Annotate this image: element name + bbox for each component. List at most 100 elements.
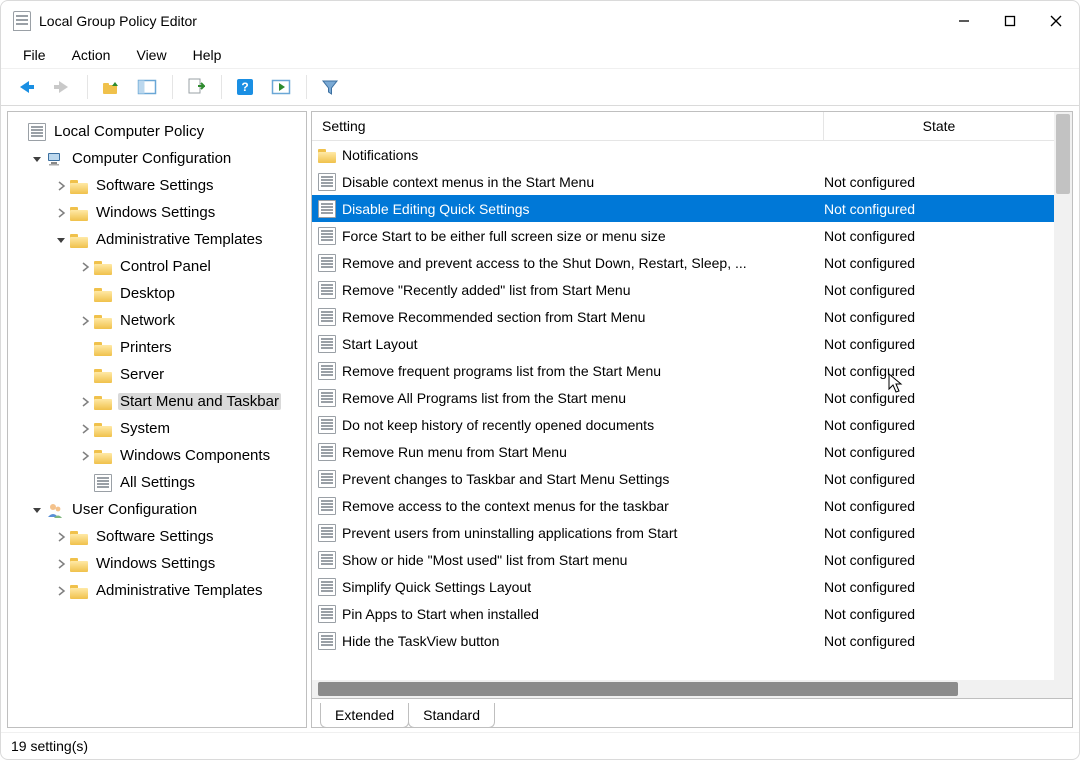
export-icon <box>187 78 205 96</box>
tree-node-system[interactable]: System <box>8 415 306 442</box>
tree-node-cc[interactable]: Computer Configuration <box>8 145 306 172</box>
setting-row[interactable]: Disable Editing Quick SettingsNot config… <box>312 195 1054 222</box>
setting-label: Pin Apps to Start when installed <box>342 606 824 622</box>
tree-node-wincomp[interactable]: Windows Components <box>8 442 306 469</box>
setting-label: Remove All Programs list from the Start … <box>342 390 824 406</box>
setting-row[interactable]: Force Start to be either full screen siz… <box>312 222 1054 249</box>
setting-row[interactable]: Remove Recommended section from Start Me… <box>312 303 1054 330</box>
show-hide-tree-button[interactable] <box>130 73 164 101</box>
folder-icon <box>94 285 112 303</box>
tree-node-cp[interactable]: Control Panel <box>8 253 306 280</box>
setting-row[interactable]: Pin Apps to Start when installedNot conf… <box>312 600 1054 627</box>
folder-icon <box>94 393 112 411</box>
tree-node-desktop[interactable]: Desktop <box>8 280 306 307</box>
slideshow-button[interactable] <box>264 73 298 101</box>
twisty-icon[interactable] <box>52 204 70 222</box>
back-button[interactable] <box>9 73 43 101</box>
menu-view[interactable]: View <box>124 43 178 67</box>
twisty-icon[interactable] <box>52 582 70 600</box>
twisty-icon[interactable] <box>76 285 94 303</box>
twisty-icon[interactable] <box>52 555 70 573</box>
up-button[interactable] <box>94 73 128 101</box>
filter-button[interactable] <box>313 73 347 101</box>
setting-row[interactable]: Show or hide "Most used" list from Start… <box>312 546 1054 573</box>
tree-node-network[interactable]: Network <box>8 307 306 334</box>
setting-row[interactable]: Notifications <box>312 141 1054 168</box>
setting-row[interactable]: Remove All Programs list from the Start … <box>312 384 1054 411</box>
twisty-icon[interactable] <box>76 474 94 492</box>
hscroll-thumb[interactable] <box>318 682 958 696</box>
tree-label: Printers <box>118 339 174 356</box>
policy-icon <box>318 389 336 407</box>
tree-node-server[interactable]: Server <box>8 361 306 388</box>
setting-row[interactable]: Prevent changes to Taskbar and Start Men… <box>312 465 1054 492</box>
setting-row[interactable]: Start LayoutNot configured <box>312 330 1054 357</box>
tree-node-cc-sw[interactable]: Software Settings <box>8 172 306 199</box>
setting-row[interactable]: Simplify Quick Settings LayoutNot config… <box>312 573 1054 600</box>
tree-label: Server <box>118 366 166 383</box>
tree-node-uc-adm[interactable]: Administrative Templates <box>8 577 306 604</box>
folder-icon <box>70 528 88 546</box>
twisty-icon[interactable] <box>76 420 94 438</box>
column-setting[interactable]: Setting <box>312 112 824 140</box>
export-button[interactable] <box>179 73 213 101</box>
vscroll-thumb[interactable] <box>1056 114 1070 194</box>
tree-node-allset[interactable]: All Settings <box>8 469 306 496</box>
twisty-icon[interactable] <box>76 366 94 384</box>
tree-node-uc-sw[interactable]: Software Settings <box>8 523 306 550</box>
twisty-icon[interactable] <box>76 339 94 357</box>
menu-action[interactable]: Action <box>60 43 123 67</box>
list-header[interactable]: Setting State <box>312 112 1054 141</box>
setting-row[interactable]: Remove access to the context menus for t… <box>312 492 1054 519</box>
tree-node-root[interactable]: Local Computer Policy <box>8 118 306 145</box>
help-button[interactable]: ? <box>228 73 262 101</box>
policy-tree[interactable]: Local Computer PolicyComputer Configurat… <box>8 118 306 604</box>
maximize-button[interactable] <box>987 1 1033 41</box>
tree-node-cc-adm[interactable]: Administrative Templates <box>8 226 306 253</box>
minimize-button[interactable] <box>941 1 987 41</box>
tab-extended[interactable]: Extended <box>320 703 409 728</box>
folder-icon <box>70 177 88 195</box>
twisty-icon[interactable] <box>10 123 28 141</box>
twisty-icon[interactable] <box>76 393 94 411</box>
setting-row[interactable]: Do not keep history of recently opened d… <box>312 411 1054 438</box>
tree-node-uc-win[interactable]: Windows Settings <box>8 550 306 577</box>
tree-pane[interactable]: Local Computer PolicyComputer Configurat… <box>7 111 307 728</box>
twisty-icon[interactable] <box>52 177 70 195</box>
setting-row[interactable]: Remove and prevent access to the Shut Do… <box>312 249 1054 276</box>
setting-row[interactable]: Prevent users from uninstalling applicat… <box>312 519 1054 546</box>
tab-standard[interactable]: Standard <box>408 703 495 728</box>
policy-icon <box>318 308 336 326</box>
setting-row[interactable]: Remove Run menu from Start MenuNot confi… <box>312 438 1054 465</box>
twisty-icon[interactable] <box>52 528 70 546</box>
setting-row[interactable]: Disable context menus in the Start MenuN… <box>312 168 1054 195</box>
twisty-icon[interactable] <box>76 258 94 276</box>
tree-node-start[interactable]: Start Menu and Taskbar <box>8 388 306 415</box>
setting-row[interactable]: Remove "Recently added" list from Start … <box>312 276 1054 303</box>
policy-icon <box>318 497 336 515</box>
policy-icon <box>94 474 112 492</box>
forward-button[interactable] <box>45 73 79 101</box>
menu-file[interactable]: File <box>11 43 58 67</box>
setting-row[interactable]: Remove frequent programs list from the S… <box>312 357 1054 384</box>
list-body[interactable]: NotificationsDisable context menus in th… <box>312 141 1054 680</box>
tree-label: Start Menu and Taskbar <box>118 393 281 410</box>
setting-state: Not configured <box>824 498 1054 514</box>
twisty-icon[interactable] <box>76 447 94 465</box>
policy-icon <box>318 200 336 218</box>
tree-node-cc-win[interactable]: Windows Settings <box>8 199 306 226</box>
list-rows[interactable]: NotificationsDisable context menus in th… <box>312 141 1054 680</box>
twisty-icon[interactable] <box>28 150 46 168</box>
vertical-scrollbar[interactable] <box>1054 112 1072 698</box>
horizontal-scrollbar[interactable] <box>312 680 1054 698</box>
twisty-icon[interactable] <box>52 231 70 249</box>
twisty-icon[interactable] <box>28 501 46 519</box>
close-button[interactable] <box>1033 1 1079 41</box>
user-icon <box>46 501 64 519</box>
setting-row[interactable]: Hide the TaskView buttonNot configured <box>312 627 1054 654</box>
tree-node-uc[interactable]: User Configuration <box>8 496 306 523</box>
tree-node-printers[interactable]: Printers <box>8 334 306 361</box>
twisty-icon[interactable] <box>76 312 94 330</box>
menu-help[interactable]: Help <box>181 43 234 67</box>
column-state[interactable]: State <box>824 112 1054 140</box>
